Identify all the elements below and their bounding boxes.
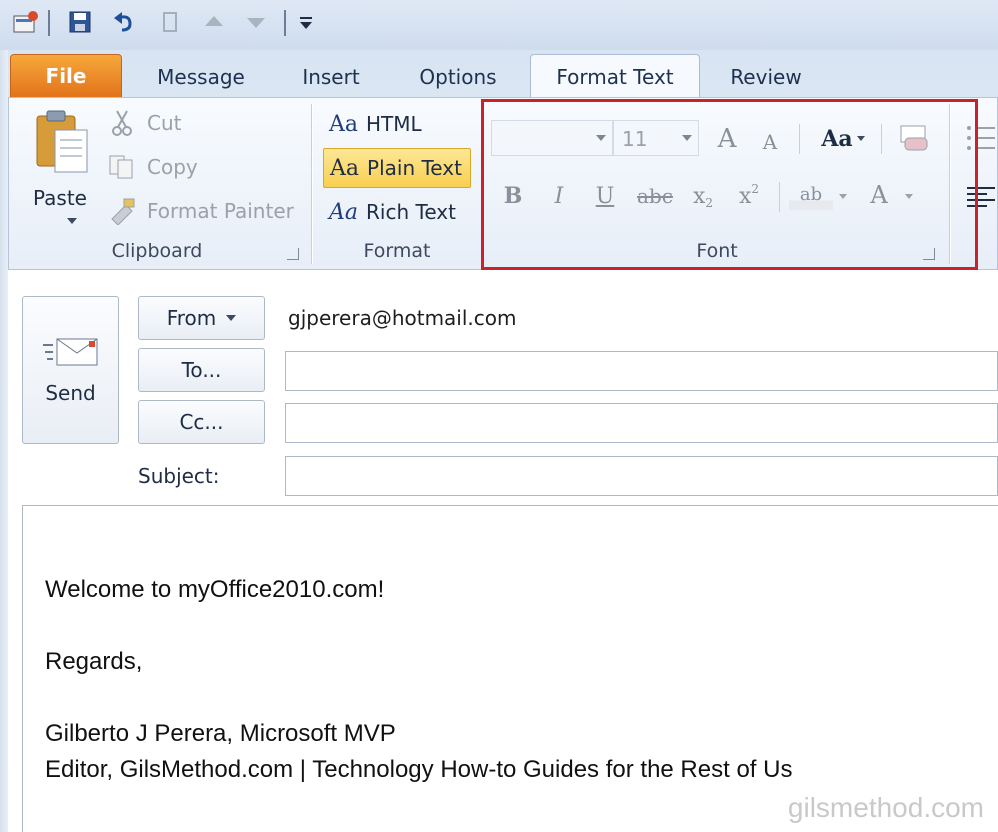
copy-icon [107, 152, 137, 182]
group-separator [311, 104, 312, 264]
format-group-label: Format [363, 240, 431, 262]
plain-text-aa-icon: Aa [330, 155, 360, 181]
tab-file[interactable]: File [10, 54, 122, 98]
to-field[interactable] [285, 351, 998, 391]
subject-label: Subject: [138, 464, 220, 488]
watermark: gilsmethod.com [787, 792, 984, 823]
cc-field[interactable] [285, 403, 998, 443]
tab-review[interactable]: Review [716, 56, 816, 98]
paste-button[interactable]: Paste [23, 106, 97, 226]
tab-message[interactable]: Message [140, 56, 262, 98]
format-painter-icon [107, 196, 137, 226]
undo-icon[interactable] [110, 8, 138, 36]
paste-icon [36, 110, 88, 173]
ribbon-tabs: File Message Insert Options Format Text … [0, 50, 998, 98]
redo-icon[interactable] [156, 8, 184, 36]
cut-label: Cut [147, 111, 182, 135]
cut-button[interactable]: Cut [107, 108, 181, 138]
clipboard-group-label: Clipboard [111, 240, 203, 262]
from-address: gjperera@hotmail.com [288, 306, 517, 330]
body-line-signature-title: Editor, GilsMethod.com | Technology How-… [45, 756, 793, 783]
quick-access-toolbar [0, 0, 998, 50]
customize-qat-icon[interactable] [292, 8, 320, 36]
font-group-highlight-box [481, 99, 978, 270]
plain-text-label: Plain Text [367, 156, 462, 180]
copy-button[interactable]: Copy [107, 152, 198, 182]
previous-item-icon[interactable] [200, 8, 228, 36]
rich-text-label: Rich Text [366, 200, 456, 224]
copy-label: Copy [147, 155, 198, 179]
html-format-button[interactable]: Aa HTML [323, 104, 471, 144]
tab-insert[interactable]: Insert [280, 56, 382, 98]
qat-separator [284, 10, 286, 36]
html-label: HTML [366, 112, 422, 136]
send-label: Send [45, 381, 96, 405]
from-dropdown-icon [226, 315, 237, 321]
to-button[interactable]: To... [138, 348, 265, 392]
clipboard-dialog-launcher-icon[interactable] [287, 248, 299, 260]
format-painter-button[interactable]: Format Painter [107, 196, 294, 226]
outlook-app-icon[interactable] [12, 8, 40, 36]
subject-field[interactable] [285, 456, 998, 496]
tab-format-text[interactable]: Format Text [530, 54, 700, 98]
send-envelope-icon [42, 338, 97, 366]
rich-text-format-button[interactable]: Aa Rich Text [323, 192, 471, 232]
body-line-welcome: Welcome to myOffice2010.com! [45, 576, 385, 603]
paste-dropdown-icon[interactable] [67, 218, 77, 224]
html-aa-icon: Aa [329, 111, 359, 137]
body-line-regards: Regards, [45, 648, 143, 675]
send-button[interactable]: Send [22, 296, 119, 444]
cc-button[interactable]: Cc... [138, 400, 265, 444]
qat-separator [48, 10, 50, 36]
window-left-edge [0, 50, 8, 832]
next-item-icon[interactable] [242, 8, 270, 36]
plain-text-format-button[interactable]: Aa Plain Text [323, 148, 471, 188]
from-button[interactable]: From [138, 296, 265, 340]
paste-label: Paste [33, 186, 87, 210]
from-label: From [166, 306, 217, 330]
body-line-signature-name: Gilberto J Perera, Microsoft MVP [45, 720, 396, 747]
scissors-icon [107, 108, 137, 138]
tab-options[interactable]: Options [400, 56, 516, 98]
rich-text-aa-icon: Aa [329, 199, 359, 225]
save-icon[interactable] [66, 8, 94, 36]
format-painter-label: Format Painter [147, 199, 294, 223]
